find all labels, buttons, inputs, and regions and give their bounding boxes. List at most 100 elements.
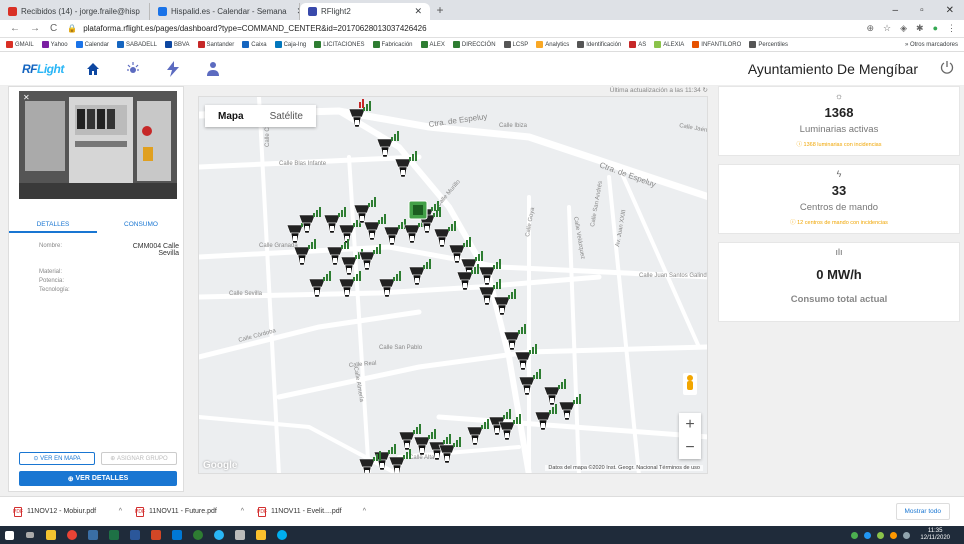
view-on-map-button[interactable]: ⊙ VER EN MAPA bbox=[19, 452, 95, 465]
app-icon[interactable] bbox=[189, 526, 207, 544]
bookmark-item[interactable]: LICITACIONES bbox=[314, 41, 365, 48]
word-icon[interactable] bbox=[126, 526, 144, 544]
view-details-button[interactable]: ⊕ VER DETALLES bbox=[19, 471, 177, 486]
bookmark-item[interactable]: GMAIL bbox=[6, 41, 34, 48]
bookmark-item[interactable]: Calendar bbox=[75, 41, 109, 48]
system-clock[interactable]: 11:35 12/11/2020 bbox=[851, 528, 964, 542]
streetlight-marker[interactable] bbox=[514, 344, 537, 371]
menu-icon[interactable]: ⋮ bbox=[947, 23, 956, 34]
extension-icon[interactable]: ◈ bbox=[900, 23, 907, 34]
zoom-out-button[interactable]: − bbox=[685, 439, 694, 457]
profile-icon[interactable]: ● bbox=[933, 23, 938, 34]
streetlight-marker[interactable] bbox=[408, 259, 431, 286]
close-tab-icon[interactable]: ✕ bbox=[408, 6, 422, 17]
download-item[interactable]: PDF 11NOV11 - Future.pdf ^ bbox=[135, 506, 244, 517]
bookmark-item[interactable]: INFANTILORO bbox=[692, 41, 741, 48]
tray-icon[interactable] bbox=[877, 531, 885, 539]
map-attribution[interactable]: Datos del mapa ©2020 Inst. Geogr. Nacion… bbox=[545, 465, 703, 471]
bookmark-item[interactable]: Fabricación bbox=[372, 41, 413, 48]
assign-group-button[interactable]: ⊕ ASIGNAR GRUPO bbox=[101, 452, 177, 465]
bookmark-item[interactable]: Identificación bbox=[577, 41, 621, 48]
streetlight-marker[interactable] bbox=[466, 419, 489, 446]
power-icon[interactable] bbox=[940, 60, 954, 77]
lamp-icon[interactable] bbox=[124, 60, 142, 78]
url-field[interactable]: plataforma.rflight.es/pages/dashboard?ty… bbox=[83, 24, 426, 33]
browser-tab-rflight[interactable]: RFlight2 ✕ bbox=[300, 3, 430, 20]
bookmark-item[interactable]: ALEXIA bbox=[654, 41, 684, 48]
tray-icon[interactable] bbox=[851, 531, 859, 539]
skype-icon[interactable] bbox=[273, 526, 291, 544]
zoom-icon[interactable]: ⊕ bbox=[866, 23, 874, 34]
task-view-icon[interactable] bbox=[21, 526, 39, 544]
reload-icon[interactable]: C bbox=[50, 23, 57, 34]
back-icon[interactable]: ← bbox=[10, 23, 20, 34]
chevron-up-icon[interactable]: ^ bbox=[363, 508, 366, 515]
wifi-icon[interactable] bbox=[903, 531, 911, 539]
bookmark-item[interactable]: LCSP bbox=[503, 41, 528, 48]
file-explorer-icon[interactable] bbox=[42, 526, 60, 544]
map-type-satellite-button[interactable]: Satélite bbox=[257, 105, 316, 127]
telegram-icon[interactable] bbox=[210, 526, 228, 544]
stat-warning: ⓘ 1368 luminarias con incidencias bbox=[796, 142, 882, 148]
bookmark-item[interactable]: Caja-Ing bbox=[274, 41, 306, 48]
bookmark-item[interactable]: Santander bbox=[197, 41, 234, 48]
app-icon[interactable] bbox=[252, 526, 270, 544]
bookmark-item[interactable]: Caixa bbox=[242, 41, 267, 48]
selected-control-center-marker[interactable] bbox=[408, 200, 428, 220]
zoom-in-button[interactable]: + bbox=[685, 416, 694, 434]
puzzle-icon[interactable]: ✱ bbox=[916, 23, 924, 34]
close-photo-icon[interactable]: ✕ bbox=[23, 93, 30, 102]
app-icon[interactable] bbox=[168, 526, 186, 544]
tray-icon[interactable] bbox=[890, 531, 898, 539]
show-all-downloads-button[interactable]: Mostrar todo bbox=[895, 503, 950, 520]
bookmark-item[interactable]: SABADELL bbox=[116, 41, 157, 48]
tray-icon[interactable] bbox=[864, 531, 872, 539]
bookmark-item[interactable]: ALEX bbox=[420, 41, 445, 48]
bookmark-item[interactable]: BBVA bbox=[164, 41, 190, 48]
tab-consumo[interactable]: CONSUMO bbox=[97, 217, 185, 233]
other-bookmarks[interactable]: » Otros marcadores bbox=[905, 42, 964, 48]
star-icon[interactable]: ☆ bbox=[883, 23, 891, 34]
bookmark-item[interactable]: Yahoo bbox=[41, 41, 68, 48]
minimize-icon[interactable]: – bbox=[893, 5, 899, 16]
chevron-up-icon[interactable]: ^ bbox=[241, 508, 244, 515]
street-map[interactable]: Ctra. de Espeluy Ctra. de Espeluy Calle Bl… bbox=[198, 96, 708, 474]
download-item[interactable]: PDF 11NOV12 - Mobiur.pdf ^ bbox=[13, 506, 122, 517]
map-canvas[interactable]: Ctra. de EspeluyCtra. de EspeluyCalle Bl… bbox=[199, 97, 708, 474]
forward-icon[interactable]: → bbox=[30, 23, 40, 34]
close-tab-icon[interactable]: ✕ bbox=[291, 6, 299, 17]
chevron-up-icon[interactable]: ^ bbox=[119, 508, 122, 515]
app-icon[interactable] bbox=[84, 526, 102, 544]
bookmark-item[interactable]: Analytics bbox=[536, 41, 569, 48]
powerpoint-icon[interactable] bbox=[147, 526, 165, 544]
streetlight-alert-marker[interactable] bbox=[359, 99, 364, 108]
chrome-icon[interactable] bbox=[63, 526, 81, 544]
streetlight-marker[interactable] bbox=[383, 219, 406, 246]
streetlight-marker[interactable] bbox=[338, 217, 361, 244]
rflight-logo[interactable]: RFLight bbox=[22, 62, 64, 76]
streetlight-marker[interactable] bbox=[433, 221, 456, 248]
bookmark-item[interactable]: AS bbox=[629, 41, 646, 48]
start-icon[interactable] bbox=[0, 526, 18, 544]
browser-tab-gmail[interactable]: Recibidos (14) - jorge.fraile@hisp ✕ bbox=[0, 3, 150, 20]
map-type-map-button[interactable]: Mapa bbox=[205, 105, 257, 127]
streetlight-marker[interactable] bbox=[298, 207, 321, 234]
close-window-icon[interactable]: ✕ bbox=[946, 5, 954, 16]
streetlight-marker[interactable] bbox=[363, 214, 386, 241]
bolt-icon[interactable] bbox=[164, 60, 182, 78]
browser-tab-calendar[interactable]: Hispalid.es - Calendar - Semana ✕ bbox=[150, 3, 300, 20]
bookmark-item[interactable]: Percentiles bbox=[749, 41, 788, 48]
app-icon[interactable] bbox=[231, 526, 249, 544]
street-view-pegman-icon[interactable] bbox=[683, 373, 697, 395]
bookmark-item[interactable]: DIRECCIÓN bbox=[452, 41, 496, 48]
refresh-icon[interactable]: ↻ bbox=[703, 87, 708, 94]
tab-detalles[interactable]: DETALLES bbox=[9, 217, 97, 233]
maximize-icon[interactable]: ▫ bbox=[920, 5, 924, 16]
home-icon[interactable] bbox=[84, 60, 102, 78]
download-item[interactable]: PDF 11NOV11 - Evelit....pdf ^ bbox=[257, 506, 366, 517]
user-icon[interactable] bbox=[204, 60, 222, 78]
new-tab-icon[interactable]: + bbox=[430, 3, 450, 17]
streetlight-marker[interactable] bbox=[353, 197, 376, 224]
streetlight-marker[interactable] bbox=[543, 379, 566, 406]
excel-icon[interactable] bbox=[105, 526, 123, 544]
